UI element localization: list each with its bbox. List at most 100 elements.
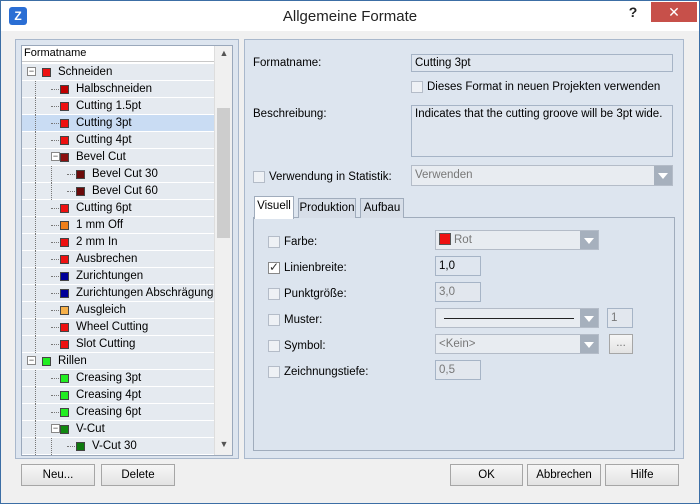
chevron-down-icon[interactable] — [580, 335, 598, 353]
tree-guide-line — [35, 234, 36, 251]
tree-row[interactable]: Zurichtungen — [22, 268, 214, 285]
tree-scrollbar[interactable]: ▲ ▼ — [214, 46, 232, 455]
symbol-browse-button[interactable]: ... — [609, 334, 633, 354]
muster-checkbox[interactable] — [268, 314, 280, 326]
collapse-icon[interactable]: − — [27, 356, 36, 365]
muster-label: Muster: — [284, 314, 323, 326]
tree-guide-line — [35, 200, 36, 217]
cancel-button[interactable]: Abbrechen — [527, 464, 601, 486]
help-icon[interactable]: ? — [619, 4, 647, 24]
tree-row-label: Ausbrechen — [76, 253, 138, 265]
tree-row-label: Bevel Cut 60 — [92, 185, 158, 197]
chevron-down-icon[interactable] — [580, 309, 598, 327]
tree-row[interactable]: 2 mm In — [22, 234, 214, 251]
tree-row[interactable]: Cutting 4pt — [22, 132, 214, 149]
scroll-up-icon[interactable]: ▲ — [215, 48, 232, 62]
tab-visuell[interactable]: Visuell — [254, 196, 294, 219]
tree-row-label: Cutting 6pt — [76, 202, 132, 214]
tree-row[interactable]: Cutting 6pt — [22, 200, 214, 217]
punktgroesse-field[interactable]: 3,0 — [435, 282, 481, 302]
statistik-dropdown[interactable]: Verwenden — [411, 165, 673, 186]
tab-produktion[interactable]: Produktion — [298, 198, 356, 218]
collapse-icon[interactable]: − — [27, 67, 36, 76]
color-swatch — [60, 306, 69, 315]
tree-row[interactable]: 1 mm Off — [22, 217, 214, 234]
tree-row[interactable]: − Rillen — [22, 353, 214, 370]
tree-row[interactable]: Bevel Cut 30 — [22, 166, 214, 183]
tree-guide-line — [67, 191, 75, 192]
tree-row[interactable]: Creasing 4pt — [22, 387, 214, 404]
help-button[interactable]: Hilfe — [605, 464, 679, 486]
tree-guide-line — [35, 149, 36, 166]
farbe-checkbox[interactable] — [268, 236, 280, 248]
tree-row[interactable]: − Bevel Cut — [22, 149, 214, 166]
collapse-icon[interactable]: − — [51, 424, 60, 433]
tree-row[interactable]: Ausbrechen — [22, 251, 214, 268]
statistik-label: Verwendung in Statistik: — [269, 171, 392, 183]
tree-row[interactable]: Cutting 3pt — [22, 115, 214, 132]
symbol-checkbox[interactable] — [268, 340, 280, 352]
symbol-dropdown[interactable]: <Kein> — [435, 334, 599, 354]
farbe-dropdown[interactable]: Rot — [435, 230, 599, 250]
tree-row[interactable]: Slot Cutting — [22, 336, 214, 353]
new-button[interactable]: Neu... — [21, 464, 95, 486]
linienbreite-checkbox[interactable] — [268, 260, 280, 274]
tree-row[interactable]: V-Cut 30 — [22, 438, 214, 455]
tree-row-label: Cutting 3pt — [76, 117, 132, 129]
tree-guide-line — [35, 132, 36, 149]
tree-row-label: V-Cut — [76, 423, 105, 435]
tree-row[interactable]: Ausgleich — [22, 302, 214, 319]
linienbreite-field[interactable]: 1,0 — [435, 256, 481, 276]
new-projects-checkbox[interactable] — [411, 81, 423, 93]
color-swatch — [60, 374, 69, 383]
collapse-icon[interactable]: − — [51, 152, 60, 161]
tree-row[interactable]: Creasing 6pt — [22, 404, 214, 421]
color-swatch — [60, 272, 69, 281]
beschreibung-field[interactable]: Indicates that the cutting groove will b… — [411, 105, 673, 157]
close-button[interactable]: ✕ — [651, 2, 697, 22]
muster-dropdown[interactable] — [435, 308, 599, 328]
tree-row[interactable]: Wheel Cutting — [22, 319, 214, 336]
tree-row-label: Ausgleich — [76, 304, 126, 316]
format-tree[interactable]: Formatname − Schneiden Halbschneiden Cuttin… — [21, 45, 233, 456]
scroll-down-icon[interactable]: ▼ — [215, 439, 232, 453]
color-swatch — [60, 85, 69, 94]
delete-button[interactable]: Delete — [101, 464, 175, 486]
tree-row-label: 1 mm Off — [76, 219, 124, 231]
color-swatch — [76, 170, 85, 179]
ok-button[interactable]: OK — [450, 464, 523, 486]
scroll-thumb[interactable] — [217, 108, 230, 238]
dialog-window: Z Allgemeine Formate ? ✕ Formatname − Sch… — [0, 0, 700, 504]
chevron-down-icon[interactable] — [580, 231, 598, 249]
tree-row[interactable]: Cutting 1.5pt — [22, 98, 214, 115]
tree-row[interactable]: Halbschneiden — [22, 81, 214, 98]
tree-guide-line — [51, 242, 59, 243]
muster-count-field[interactable]: 1 — [607, 308, 633, 328]
tree-row[interactable]: Zurichtungen Abschrägung — [22, 285, 214, 302]
symbol-label: Symbol: — [284, 340, 326, 352]
tree-row[interactable]: − V-Cut — [22, 421, 214, 438]
tree-row-label: Zurichtungen — [76, 270, 144, 282]
zeichnungstiefe-checkbox[interactable] — [268, 366, 280, 378]
tree-row[interactable]: − Schneiden — [22, 64, 214, 81]
line-pattern-icon — [444, 318, 574, 319]
formatname-field[interactable]: Cutting 3pt — [411, 54, 673, 72]
tree-guide-line — [51, 378, 59, 379]
zeichnungstiefe-field[interactable]: 0,5 — [435, 360, 481, 380]
tree-guide-line — [51, 259, 59, 260]
tree-row-label: Cutting 1.5pt — [76, 100, 142, 112]
tree-guide-line — [35, 81, 36, 98]
tree-row[interactable]: Creasing 3pt — [22, 370, 214, 387]
tab-aufbau[interactable]: Aufbau — [360, 198, 404, 218]
tree-guide-line — [35, 115, 36, 132]
zeichnungstiefe-label: Zeichnungstiefe: — [284, 366, 369, 378]
color-swatch — [76, 442, 85, 451]
tree-guide-line — [35, 319, 36, 336]
tree-row[interactable]: Bevel Cut 60 — [22, 183, 214, 200]
chevron-down-icon[interactable] — [654, 166, 672, 185]
statistik-checkbox[interactable] — [253, 171, 265, 183]
punktgroesse-checkbox[interactable] — [268, 288, 280, 300]
color-swatch — [60, 238, 69, 247]
tree-column-header[interactable]: Formatname — [22, 46, 214, 62]
color-swatch — [60, 255, 69, 264]
